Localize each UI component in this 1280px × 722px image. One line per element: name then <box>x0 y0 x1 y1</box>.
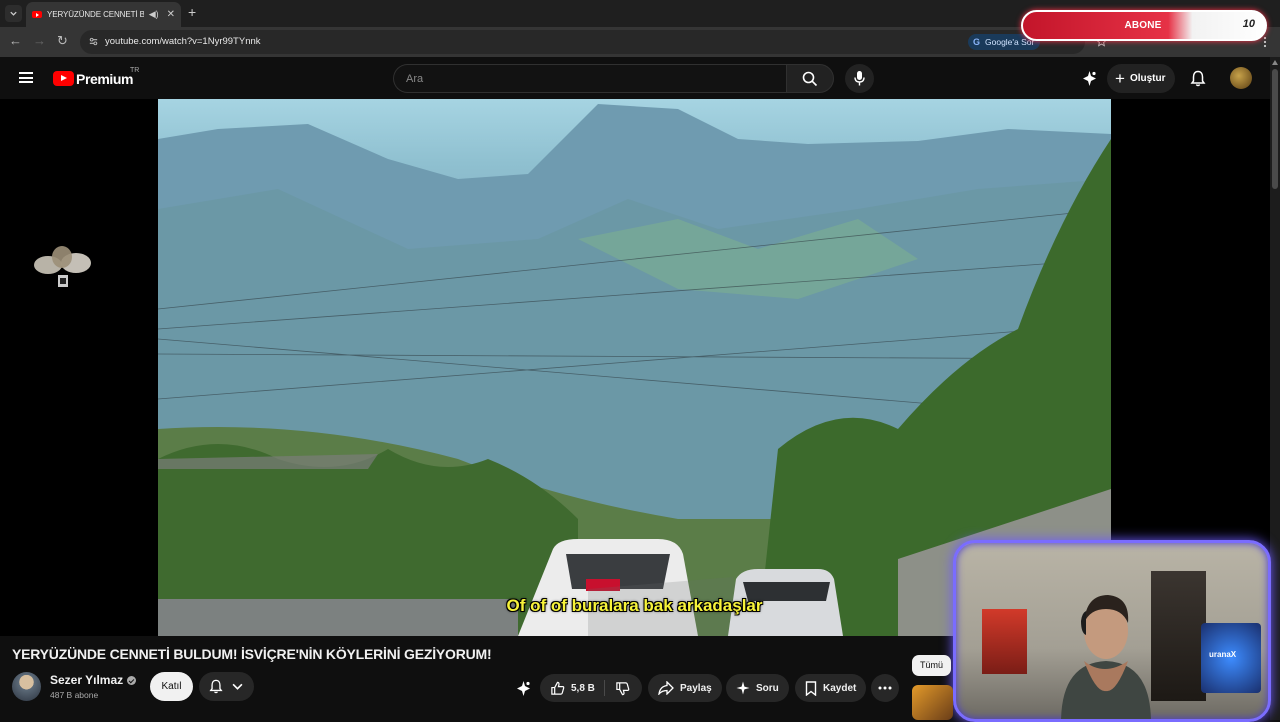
speaker-icon[interactable]: ◀) <box>149 9 159 20</box>
like-icon[interactable] <box>550 681 565 696</box>
recommended-video-thumbnail[interactable] <box>912 685 953 720</box>
share-label: Paylaş <box>680 682 712 694</box>
search-button[interactable] <box>786 64 834 93</box>
chevron-down-icon <box>232 683 243 690</box>
tab-search-button[interactable] <box>5 5 22 22</box>
scroll-thumb[interactable] <box>1272 69 1278 189</box>
more-actions-button[interactable] <box>871 674 899 702</box>
country-code: TR <box>130 67 140 74</box>
subscriber-count: 487 B abone <box>50 690 99 700</box>
back-arrow-icon[interactable]: ← <box>9 34 22 48</box>
like-count[interactable]: 5,8 B <box>571 683 595 694</box>
account-avatar[interactable] <box>1230 67 1252 89</box>
bell-icon <box>209 679 223 694</box>
scroll-up-arrow-icon[interactable] <box>1272 60 1278 65</box>
ask-label: Soru <box>756 682 779 694</box>
search-input[interactable]: Ara <box>393 64 786 93</box>
channel-name-row[interactable]: Sezer Yılmaz <box>50 673 137 687</box>
omnibox[interactable]: youtube.com/watch?v=1Nyr99TYnnk Google'a… <box>80 30 1085 54</box>
save-button[interactable]: Kaydet <box>795 674 867 702</box>
webcam-overlay: uranaX <box>953 540 1271 722</box>
create-button[interactable]: + Oluştur <box>1107 64 1175 93</box>
notifications-bell-icon[interactable] <box>1190 70 1206 87</box>
share-icon <box>658 681 674 695</box>
channel-avatar[interactable] <box>12 672 41 701</box>
wall-poster <box>982 609 1027 674</box>
channel-name[interactable]: Sezer Yılmaz <box>50 673 123 687</box>
browser-tab[interactable]: YERYÜZÜNDE CENNETİ BULDUM! İSVİÇRE'NİN K… <box>26 2 181 27</box>
dislike-icon[interactable] <box>615 681 630 696</box>
page-scrollbar[interactable] <box>1270 57 1280 720</box>
like-dislike-group: 5,8 B <box>540 674 642 702</box>
search-placeholder: Ara <box>406 73 424 85</box>
save-label: Kaydet <box>823 682 857 694</box>
search-icon <box>802 71 818 87</box>
subscribe-goal-count: 10 <box>1242 18 1255 30</box>
figure-shelf <box>1151 571 1206 701</box>
close-icon[interactable]: ✕ <box>167 9 175 20</box>
menu-icon[interactable] <box>19 72 33 83</box>
subscription-bell-button[interactable] <box>199 672 254 701</box>
microphone-icon <box>854 71 865 86</box>
video-title: YERYÜZÜNDE CENNETİ BULDUM! İSVİÇRE'NİN K… <box>12 646 492 662</box>
sparkle-icon <box>736 681 750 695</box>
chevron-down-icon <box>10 11 17 16</box>
streamer-figure <box>1061 595 1151 719</box>
url-text[interactable]: youtube.com/watch?v=1Nyr99TYnnk <box>105 36 261 47</box>
brand-text[interactable]: Premium <box>76 71 134 87</box>
ai-sparkle-icon[interactable] <box>515 680 532 697</box>
monitor-logo: uranaX <box>1209 650 1237 659</box>
like-divider <box>604 680 605 696</box>
more-vert-icon[interactable] <box>1262 36 1268 48</box>
voice-search-button[interactable] <box>845 64 874 93</box>
tab-title: YERYÜZÜNDE CENNETİ BULDUM! İSVİÇRE'NİN K… <box>47 10 144 19</box>
ask-button[interactable]: Soru <box>726 674 789 702</box>
subscribe-goal-label: ABONE <box>1124 20 1162 31</box>
forward-arrow-icon[interactable]: → <box>33 34 46 48</box>
youtube-header: Premium TR Ara + Oluştur <box>0 57 1270 99</box>
animated-sticker-icon <box>34 246 91 287</box>
more-horiz-icon <box>878 686 892 690</box>
bookmark-icon <box>805 680 817 696</box>
new-tab-icon[interactable]: + <box>188 5 196 19</box>
site-settings-icon[interactable] <box>88 36 99 47</box>
youtube-favicon-icon <box>32 11 42 18</box>
join-button[interactable]: Katıl <box>150 672 193 701</box>
monitor-screen: uranaX <box>1201 623 1261 693</box>
filter-chip-all[interactable]: Tümü <box>912 655 952 676</box>
plus-icon: + <box>1115 68 1125 88</box>
reload-icon[interactable]: ↻ <box>57 34 68 48</box>
share-button[interactable]: Paylaş <box>648 674 722 702</box>
create-label: Oluştur <box>1129 73 1166 84</box>
youtube-logo-icon[interactable] <box>53 71 74 86</box>
ai-sparkle-icon[interactable] <box>1081 70 1098 87</box>
verified-check-icon <box>127 676 137 686</box>
subscribe-goal-overlay: ABONE 10 <box>1021 10 1267 41</box>
